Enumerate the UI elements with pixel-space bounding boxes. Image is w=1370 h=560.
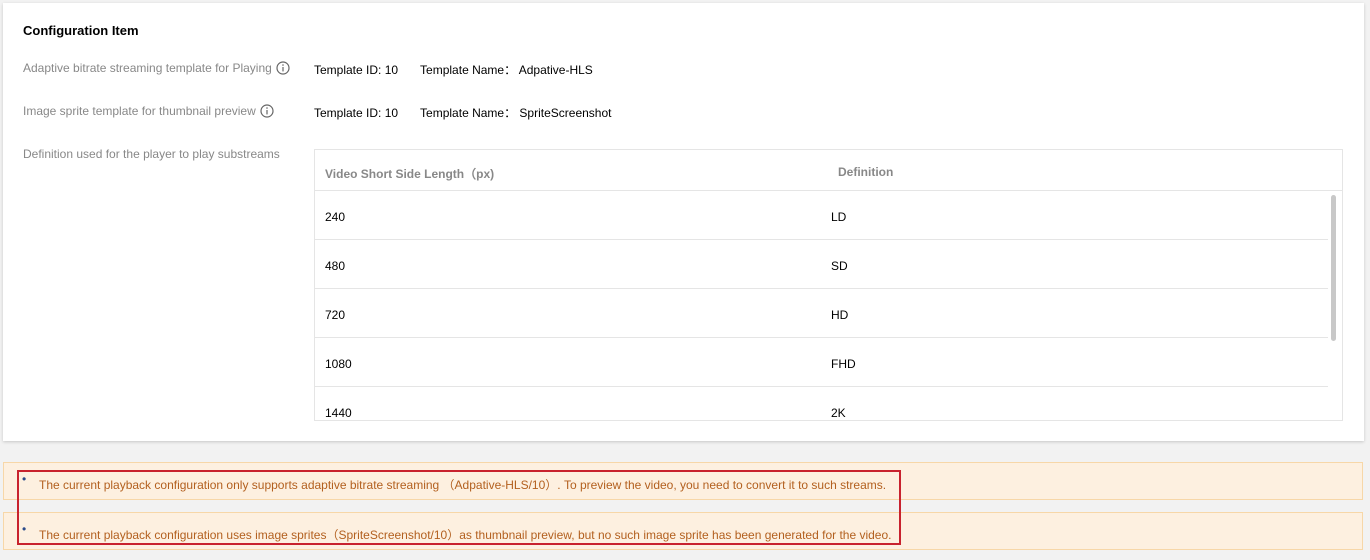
definition-table: Video Short Side Length（px) Definition 2… [314, 149, 1343, 421]
sprite-template-value: Template ID: 10 Template Name： SpriteScre… [314, 104, 611, 121]
table-row: 1080 FHD [315, 338, 1328, 387]
abr-template-label: Adaptive bitrate streaming template for … [23, 61, 290, 75]
table-header: Video Short Side Length（px) Definition [315, 150, 1342, 191]
abr-template-name: Template Name： Adpative-HLS [420, 63, 593, 77]
abr-template-value: Template ID: 10 Template Name： Adpative-H… [314, 61, 593, 78]
header-definition: Definition [838, 165, 894, 179]
abr-template-id: Template ID: 10 [314, 63, 399, 77]
notice-sprite-text: The current playback configuration uses … [39, 528, 892, 542]
cell-definition: SD [831, 259, 848, 273]
notice-abr-text: The current playback configuration only … [39, 478, 887, 492]
table-row: 480 SD [315, 240, 1328, 289]
notice-abr: • The current playback configuration onl… [3, 462, 1363, 500]
notice-sprite: • The current playback configuration use… [3, 512, 1363, 550]
info-circle-icon[interactable] [260, 104, 274, 118]
sprite-template-id: Template ID: 10 [314, 106, 399, 120]
definition-label: Definition used for the player to play s… [23, 147, 280, 161]
section-title: Configuration Item [23, 23, 139, 38]
bullet-icon: • [22, 522, 27, 536]
cell-length: 1080 [325, 357, 352, 371]
table-row: 1440 2K [315, 387, 1328, 420]
sprite-template-name: Template Name： SpriteScreenshot [420, 106, 612, 120]
table-body[interactable]: 240 LD 480 SD 720 HD 1080 FHD 1440 2K [315, 191, 1342, 420]
cell-length: 720 [325, 308, 346, 322]
info-circle-icon[interactable] [276, 61, 290, 75]
header-short-side: Video Short Side Length（px) [325, 167, 495, 181]
cell-length: 240 [325, 210, 346, 224]
table-row: 720 HD [315, 289, 1328, 338]
sprite-template-label-text: Image sprite template for thumbnail prev… [23, 104, 256, 118]
configuration-card: Configuration Item Adaptive bitrate stre… [3, 3, 1364, 441]
cell-definition: FHD [831, 357, 856, 371]
cell-length: 1440 [325, 406, 352, 420]
table-row: 240 LD [315, 191, 1328, 240]
abr-template-label-text: Adaptive bitrate streaming template for … [23, 61, 272, 75]
table-scrollbar[interactable] [1331, 195, 1336, 341]
sprite-template-label: Image sprite template for thumbnail prev… [23, 104, 274, 118]
cell-definition: 2K [831, 406, 846, 420]
cell-definition: LD [831, 210, 847, 224]
cell-length: 480 [325, 259, 346, 273]
cell-definition: HD [831, 308, 849, 322]
bullet-icon: • [22, 472, 27, 486]
